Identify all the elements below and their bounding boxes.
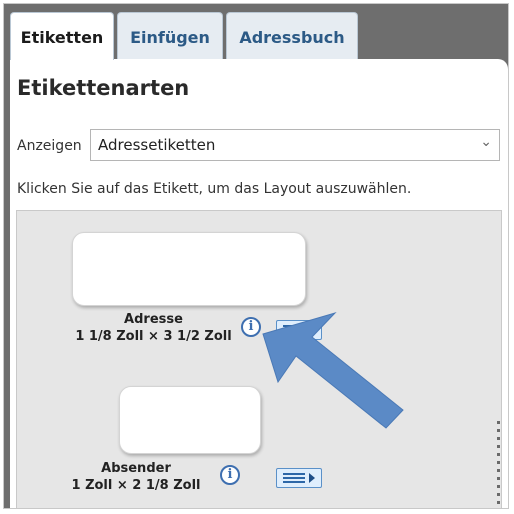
- label-details-button[interactable]: [276, 468, 322, 488]
- label-types-pane: Etikettenarten Anzeigen Adressetiketten …: [10, 59, 508, 508]
- label-size-adresse: 1 1/8 Zoll × 3 1/2 Zoll: [75, 329, 232, 344]
- instruction-text: Klicken Sie auf das Etikett, um das Layo…: [17, 181, 412, 197]
- scrollbar-grip[interactable]: [497, 421, 501, 508]
- label-type-select[interactable]: Adressetiketten ⌄: [90, 129, 500, 161]
- label-name-absender: Absender: [101, 461, 171, 476]
- pane-title: Etikettenarten: [17, 76, 190, 100]
- label-details-button[interactable]: [276, 320, 322, 340]
- tab-adressbuch[interactable]: Adressbuch: [226, 12, 358, 59]
- tab-bar: Etiketten Einfügen Adressbuch: [4, 4, 508, 60]
- label-details-icon: [283, 325, 305, 335]
- tab-etiketten[interactable]: Etiketten: [10, 12, 114, 60]
- label-type-select-value: Adressetiketten: [98, 136, 216, 154]
- label-preview-absender[interactable]: [119, 386, 261, 454]
- label-gallery: Adresse 1 1/8 Zoll × 3 1/2 Zoll i Absend…: [16, 210, 502, 508]
- labels-panel-window: Etiketten Einfügen Adressbuch Etikettena…: [3, 3, 509, 509]
- tab-einfuegen[interactable]: Einfügen: [117, 12, 223, 59]
- info-icon[interactable]: i: [241, 317, 261, 337]
- label-size-absender: 1 Zoll × 2 1/8 Zoll: [71, 478, 201, 493]
- label-preview-adresse[interactable]: [72, 232, 306, 306]
- label-details-icon: [283, 473, 305, 483]
- show-label: Anzeigen: [17, 138, 82, 154]
- info-icon[interactable]: i: [220, 465, 240, 485]
- chevron-down-icon: ⌄: [480, 134, 492, 150]
- play-arrow-icon: [309, 325, 315, 335]
- play-arrow-icon: [309, 473, 315, 483]
- label-name-adresse: Adresse: [124, 312, 183, 327]
